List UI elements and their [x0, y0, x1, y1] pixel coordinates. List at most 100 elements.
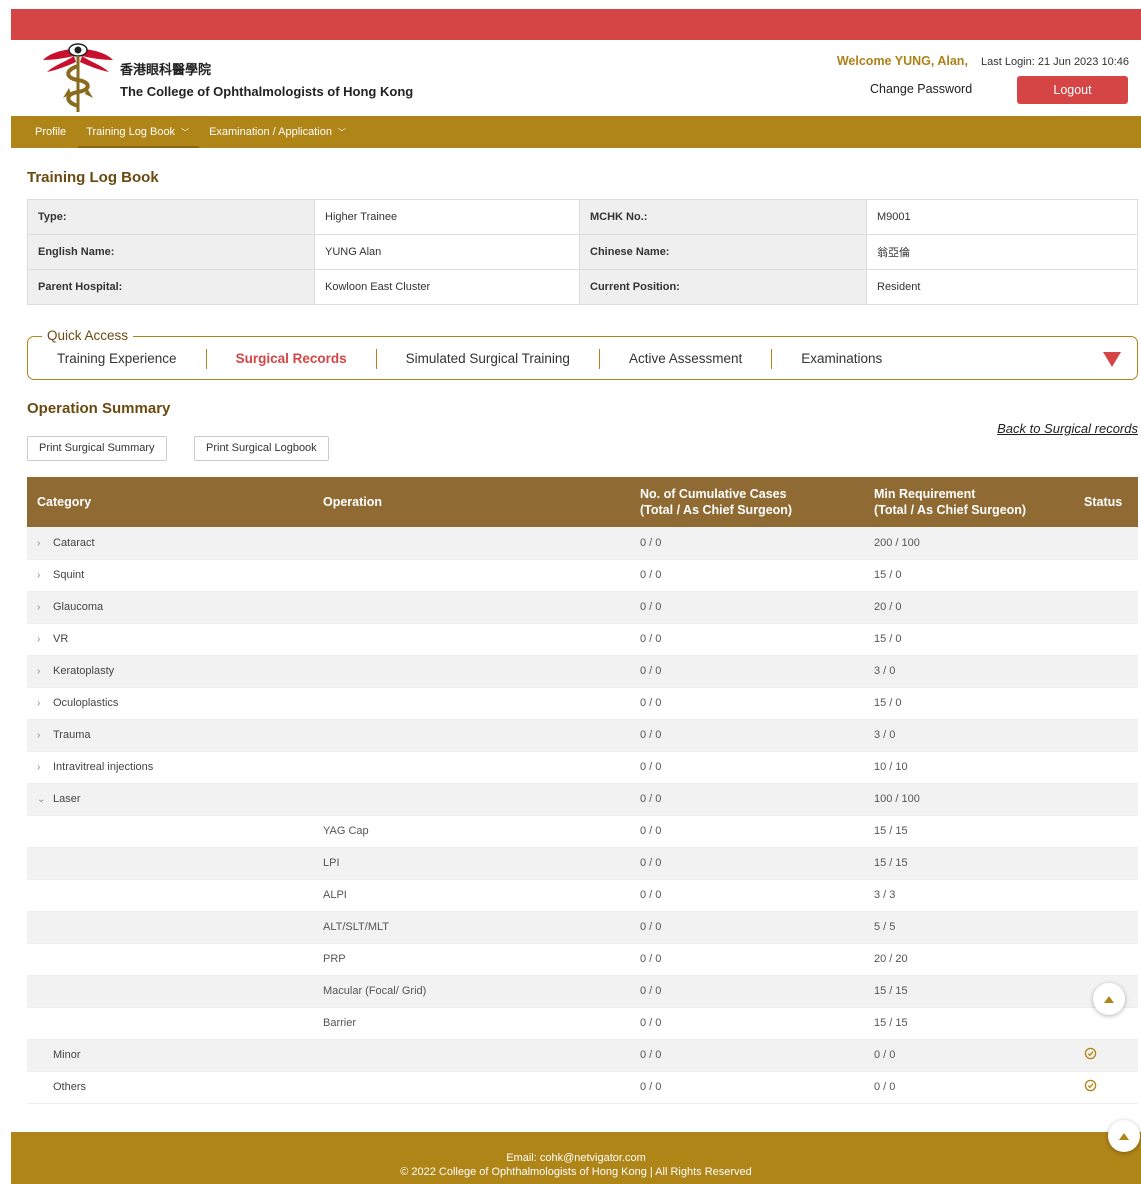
table-row: Others 0 / 00 / 0 [27, 1071, 1138, 1104]
table-row: ALT/SLT/MLT 0 / 05 / 5 [27, 911, 1138, 944]
category-label: Squint [53, 569, 85, 581]
table-row[interactable]: › Squint 0 / 0 15 / 0 [27, 559, 1138, 592]
cell-status [1074, 1071, 1138, 1104]
table-row: Macular (Focal/ Grid) 0 / 0 15 / 15 [27, 975, 1138, 1008]
quick-access-simulated-surgical-training[interactable]: Simulated Surgical Training [375, 349, 599, 369]
nav-profile[interactable]: Profile [25, 116, 76, 148]
col-min-requirement: Min Requirement (Total / As Chief Surgeo… [864, 477, 1074, 527]
table-body: › Cataract 0 / 0 200 / 100 › Squint 0 / 0 15 / … [27, 527, 1138, 1104]
cell-cases: 0 / 0 [630, 655, 864, 688]
cell-status [1074, 879, 1138, 912]
cell-status [1074, 751, 1138, 784]
col-cases-line1: No. of Cumulative Cases [640, 487, 787, 501]
category-label: VR [53, 633, 69, 645]
category-label: Minor [53, 1049, 81, 1061]
cell-cases: 0 / 0 [630, 751, 864, 784]
cell-category [27, 879, 313, 912]
cell-cases: 0 / 0 [630, 1071, 864, 1104]
cell-category: › Squint [27, 559, 313, 592]
mchk-value: M9001 [866, 199, 1138, 235]
cell-status [1074, 911, 1138, 944]
cell-req: 10 / 10 [864, 751, 1074, 784]
cell-status [1074, 719, 1138, 752]
cell-cases: 0 / 0 [630, 879, 864, 912]
print-surgical-summary-button[interactable]: Print Surgical Summary [27, 436, 167, 461]
nav-examination[interactable]: Examination / Application ﹀ [199, 116, 356, 148]
cell-category: › Glaucoma [27, 591, 313, 624]
category-label: Laser [53, 793, 81, 805]
check-circle-icon [1084, 1079, 1097, 1095]
back-to-top-button[interactable] [1108, 1120, 1140, 1152]
table-header-row: Category Operation No. of Cumulative Cas… [27, 477, 1138, 527]
category-label: Intravitreal injections [53, 761, 154, 773]
table-row[interactable]: › Trauma 0 / 03 / 0 [27, 719, 1138, 752]
cell-req: 0 / 0 [864, 1071, 1074, 1104]
table-row[interactable]: › Keratoplasty 0 / 03 / 0 [27, 655, 1138, 688]
change-password-link[interactable]: Change Password [870, 82, 972, 96]
cell-req: 0 / 0 [864, 1039, 1074, 1072]
col-req-line2: (Total / As Chief Surgeon) [874, 503, 1027, 517]
cell-cases: 0 / 0 [630, 559, 864, 592]
table-row: PRP 0 / 0 20 / 20 [27, 943, 1138, 976]
cell-cases: 0 / 0 [630, 623, 864, 656]
chevron-right-icon[interactable]: › [37, 602, 49, 613]
chevron-right-icon[interactable]: › [37, 730, 49, 741]
chevron-down-icon[interactable]: ⌄ [37, 794, 49, 805]
cell-cases: 0 / 0 [630, 527, 864, 560]
cell-status [1074, 527, 1138, 560]
cell-cases: 0 / 0 [630, 847, 864, 880]
page: 香港眼科醫學院 The College of Ophthalmologists … [11, 9, 1141, 1184]
table-row: LPI 0 / 0 15 / 15 [27, 847, 1138, 880]
chevron-right-icon[interactable]: › [37, 634, 49, 645]
print-surgical-logbook-button[interactable]: Print Surgical Logbook [194, 436, 329, 461]
quick-access-examinations[interactable]: Examinations [771, 349, 911, 369]
back-to-surgical-records-link[interactable]: Back to Surgical records [997, 421, 1138, 436]
nav-examination-label: Examination / Application [209, 126, 332, 138]
category-label: Others [53, 1081, 87, 1093]
cell-category [27, 847, 313, 880]
table-row[interactable]: › Intravitreal injections 0 / 0 10 / 10 [27, 751, 1138, 784]
triangle-down-icon[interactable] [1103, 352, 1121, 367]
cell-operation [313, 751, 630, 784]
chevron-right-icon[interactable]: › [37, 538, 49, 549]
scroll-up-button[interactable] [1093, 983, 1125, 1015]
logout-button[interactable]: Logout [1017, 76, 1128, 104]
table-row[interactable]: › Glaucoma 0 / 0 20 / 0 [27, 591, 1138, 624]
table-row[interactable]: ⌄ Laser 0 / 0 100 / 100 [27, 783, 1138, 816]
cell-cases: 0 / 0 [630, 1007, 864, 1040]
cell-req: 20 / 0 [864, 591, 1074, 624]
col-operation: Operation [313, 477, 630, 527]
quick-access-training-experience[interactable]: Training Experience [28, 349, 206, 369]
table-row: YAG Cap 0 / 0 15 / 15 [27, 815, 1138, 848]
cell-cases: 0 / 0 [630, 591, 864, 624]
last-login: Last Login: 21 Jun 2023 10:46 [980, 56, 1129, 68]
college-logo-icon[interactable] [43, 42, 113, 114]
current-position-label: Current Position: [579, 269, 867, 305]
cell-operation: YAG Cap [313, 815, 630, 848]
cell-category: › VR [27, 623, 313, 656]
chevron-right-icon[interactable]: › [37, 698, 49, 709]
chevron-right-icon[interactable]: › [37, 570, 49, 581]
chevron-right-icon[interactable]: › [37, 762, 49, 773]
nav-training-log-book[interactable]: Training Log Book ﹀ [76, 116, 199, 148]
col-cumulative-cases: No. of Cumulative Cases (Total / As Chie… [630, 477, 864, 527]
chinese-name-value: 翁亞倫 [866, 234, 1138, 270]
quick-access-active-assessment[interactable]: Active Assessment [598, 349, 771, 369]
table-row[interactable]: › Oculoplastics 0 / 0 15 / 0 [27, 687, 1138, 720]
arrow-up-icon [1119, 1132, 1129, 1140]
footer-copyright: © 2022 College of Ophthalmologists of Ho… [400, 1166, 752, 1178]
page-title: Training Log Book [27, 169, 159, 186]
header: 香港眼科醫學院 The College of Ophthalmologists … [11, 40, 1141, 116]
cell-cases: 0 / 0 [630, 815, 864, 848]
chevron-right-icon[interactable]: › [37, 666, 49, 677]
quick-access-surgical-records[interactable]: Surgical Records [205, 349, 376, 369]
table-row[interactable]: › Cataract 0 / 0 200 / 100 [27, 527, 1138, 560]
welcome-user-name: Welcome YUNG, Alan, [836, 54, 968, 68]
cell-category [27, 815, 313, 848]
category-label: Glaucoma [53, 601, 104, 613]
cell-status [1074, 687, 1138, 720]
table-row[interactable]: › VR 0 / 0 15 / 0 [27, 623, 1138, 656]
category-label: Trauma [53, 729, 91, 741]
cell-operation [313, 623, 630, 656]
nav-training-log-book-label: Training Log Book [86, 126, 176, 138]
